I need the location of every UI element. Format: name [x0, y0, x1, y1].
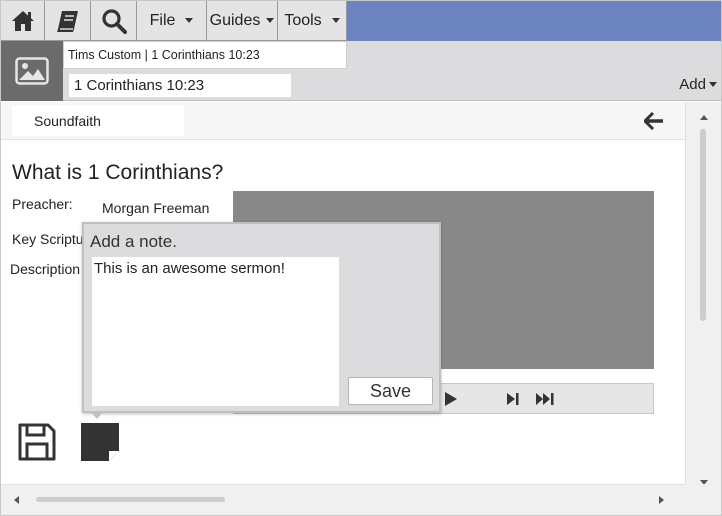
add-button-label: Add — [679, 76, 706, 93]
scripture-label: Key Scriptu — [12, 231, 84, 247]
reference-field[interactable]: 1 Corinthians 10:23 — [69, 74, 291, 97]
note-icon[interactable] — [80, 422, 120, 462]
vertical-scrollbar[interactable] — [685, 102, 721, 485]
sermon-title: What is 1 Corinthians? — [12, 161, 224, 184]
guides-menu[interactable]: Guides — [207, 1, 278, 41]
scroll-left-icon[interactable] — [14, 496, 19, 504]
tools-menu[interactable]: Tools — [278, 1, 347, 41]
chevron-down-icon — [185, 18, 194, 23]
play-icon[interactable] — [444, 392, 458, 406]
search-button[interactable] — [91, 1, 137, 41]
tools-menu-label: Tools — [284, 11, 322, 29]
description-label: Description — [10, 261, 81, 277]
guides-menu-label: Guides — [209, 11, 261, 29]
tab-soundfaith[interactable]: Soundfaith — [12, 106, 184, 136]
popup-pointer — [90, 411, 104, 419]
chevron-down-icon — [266, 18, 275, 23]
preacher-label: Preacher: — [12, 196, 73, 212]
breadcrumb[interactable]: Tims Custom | 1 Corinthians 10:23 — [63, 41, 347, 69]
back-arrow-icon[interactable] — [644, 112, 664, 130]
add-button[interactable]: Add — [679, 76, 717, 93]
book-icon — [56, 10, 78, 32]
popup-title: Add a note. — [90, 232, 177, 251]
search-icon — [101, 8, 127, 34]
file-menu[interactable]: File — [137, 1, 207, 41]
scrollbar-corner — [685, 484, 721, 515]
fast-forward-icon[interactable] — [536, 392, 556, 406]
horizontal-scrollbar[interactable] — [1, 484, 685, 515]
horizontal-scroll-thumb[interactable] — [36, 497, 225, 502]
scroll-up-icon[interactable] — [700, 115, 708, 120]
resource-thumbnail[interactable] — [1, 41, 63, 101]
home-icon — [11, 10, 34, 31]
resource-header: Tims Custom | 1 Corinthians 10:23 1 Cori… — [1, 41, 721, 101]
preacher-value: Morgan Freeman — [102, 200, 210, 216]
home-button[interactable] — [1, 1, 45, 41]
chevron-down-icon — [709, 82, 717, 87]
content-pane: Soundfaith What is 1 Corinthians? Preach… — [1, 102, 685, 484]
file-menu-label: File — [149, 11, 176, 29]
tab-bar: Soundfaith — [1, 102, 685, 140]
image-icon — [15, 57, 49, 85]
app-window: File Guides Tools Tims Custom | 1 Corint… — [0, 0, 722, 516]
top-toolbar: File Guides Tools — [1, 1, 721, 41]
note-textarea[interactable]: This is an awesome sermon! — [92, 257, 339, 406]
scroll-right-icon[interactable] — [659, 496, 664, 504]
save-icon[interactable] — [17, 422, 57, 462]
chevron-down-icon — [331, 18, 340, 23]
next-icon[interactable] — [506, 392, 520, 406]
add-note-popup: Add a note. This is an awesome sermon! S… — [82, 222, 441, 419]
save-note-button[interactable]: Save — [348, 377, 433, 405]
vertical-scroll-thumb[interactable] — [700, 129, 706, 321]
library-button[interactable] — [45, 1, 91, 41]
